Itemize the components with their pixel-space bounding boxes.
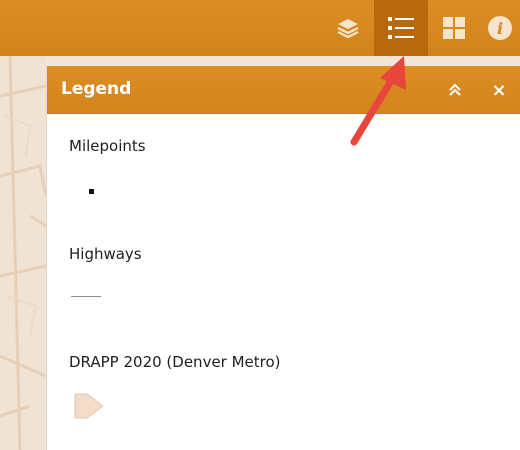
info-icon-glyph: i (497, 19, 503, 38)
info-icon: i (488, 16, 512, 40)
about-button[interactable]: i (480, 0, 520, 56)
layers-icon (337, 19, 359, 39)
legend-label-highways: Highways (69, 245, 142, 263)
app-window: i Legend × Milepoints Highways DRAPP 202… (0, 0, 520, 450)
polygon-symbol (74, 393, 104, 419)
panel-title: Legend (61, 79, 132, 99)
line-symbol (71, 296, 101, 297)
double-chevron-up-icon (449, 83, 461, 96)
legend-panel-header: Legend × (47, 66, 520, 114)
legend-panel: Legend × Milepoints Highways DRAPP 2020 … (46, 66, 520, 450)
legend-list-icon (388, 17, 414, 39)
map-streets-graphic (0, 55, 48, 450)
top-toolbar: i (0, 0, 520, 56)
basemap-gallery-button[interactable] (430, 0, 478, 56)
layers-button[interactable] (324, 0, 372, 56)
collapse-panel-button[interactable] (443, 78, 467, 102)
legend-label-milepoints: Milepoints (69, 137, 146, 155)
legend-button[interactable] (374, 0, 428, 56)
close-panel-button[interactable]: × (487, 78, 511, 102)
legend-label-drapp: DRAPP 2020 (Denver Metro) (69, 353, 281, 371)
basemap-grid-icon (443, 17, 465, 39)
point-symbol (89, 189, 94, 194)
map-view[interactable] (0, 55, 48, 450)
